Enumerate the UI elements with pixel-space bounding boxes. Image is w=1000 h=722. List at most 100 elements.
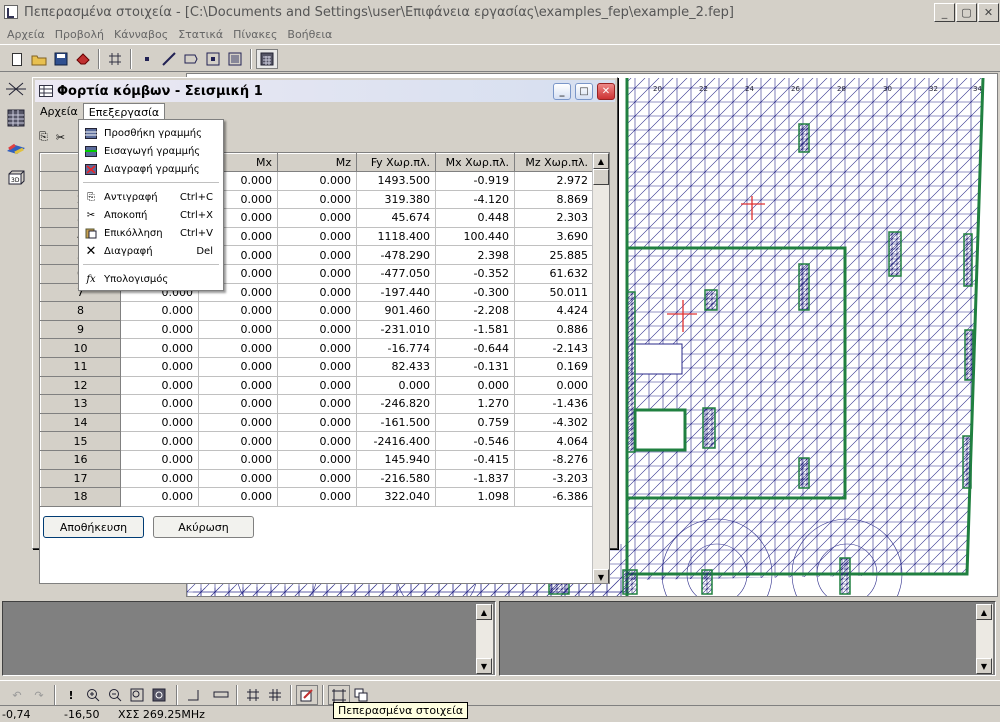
cut-icon[interactable]: ✂ xyxy=(56,131,65,144)
scroll-thumb[interactable] xyxy=(593,169,609,185)
menu-grid[interactable]: Κάνναβος xyxy=(109,28,173,41)
table-cell[interactable]: 3.690 xyxy=(514,227,594,247)
3d-view-icon[interactable]: 3D xyxy=(4,166,28,190)
col-header-mz-area[interactable]: Mz Χωρ.πλ. xyxy=(514,153,594,172)
grid-icon[interactable] xyxy=(104,49,126,69)
table-cell[interactable]: 0.000 xyxy=(277,469,357,489)
menu-item-copy[interactable]: ⎘ Αντιγραφή Ctrl+C xyxy=(81,188,221,206)
table-cell[interactable]: 50.011 xyxy=(514,283,594,303)
col-header-mz[interactable]: Mz xyxy=(277,153,357,172)
loads-tool-icon[interactable] xyxy=(4,136,28,160)
row-header-cell[interactable]: 18 xyxy=(40,487,121,507)
table-scrollbar[interactable]: ▲ ▼ xyxy=(592,153,609,583)
table-cell[interactable]: 45.674 xyxy=(356,208,436,228)
scroll-up-button[interactable]: ▲ xyxy=(976,604,992,620)
grid-toggle-icon[interactable] xyxy=(242,685,264,705)
save-icon[interactable] xyxy=(50,49,72,69)
line-icon[interactable] xyxy=(158,49,180,69)
table-cell[interactable]: 0.000 xyxy=(277,283,357,303)
panel-scrollbar[interactable]: ▲ ▼ xyxy=(476,604,493,674)
scroll-up-button[interactable]: ▲ xyxy=(476,604,492,620)
table-cell[interactable]: 0.000 xyxy=(120,413,199,433)
table-cell[interactable]: 0.000 xyxy=(198,413,278,433)
table-cell[interactable]: 322.040 xyxy=(356,487,436,507)
table-cell[interactable]: -0.644 xyxy=(435,338,515,358)
table-cell[interactable]: -16.774 xyxy=(356,338,436,358)
table-row[interactable]: 11 0.000 0.000 0.000 82.433 -0.131 0.169 xyxy=(40,356,594,377)
row-header-cell[interactable]: 15 xyxy=(40,431,121,451)
table-cell[interactable]: -2.208 xyxy=(435,301,515,321)
table-cell[interactable]: 4.424 xyxy=(514,301,594,321)
menu-statics[interactable]: Στατικά xyxy=(173,28,228,41)
row-header-cell[interactable]: 8 xyxy=(40,301,121,321)
row-header-cell[interactable]: 16 xyxy=(40,449,121,470)
calculator-icon[interactable] xyxy=(256,49,278,69)
table-row[interactable]: 12 0.000 0.000 0.000 0.000 0.000 0.000 xyxy=(40,375,594,396)
table-row[interactable]: 17 0.000 0.000 0.000 -216.580 -1.837 -3.203 xyxy=(40,468,594,489)
corner-icon[interactable] xyxy=(182,685,204,705)
table-cell[interactable]: -0.415 xyxy=(435,450,515,470)
table-cell[interactable]: 0.000 xyxy=(120,487,199,507)
cancel-button[interactable]: Ακύρωση xyxy=(153,516,254,538)
table-cell[interactable]: -0.300 xyxy=(435,283,515,303)
panel-scrollbar[interactable]: ▲ ▼ xyxy=(976,604,993,674)
table-cell[interactable]: 0.000 xyxy=(120,376,199,396)
table-cell[interactable]: -0.546 xyxy=(435,431,515,451)
table-cell[interactable]: 2.972 xyxy=(514,171,594,191)
scroll-up-button[interactable]: ▲ xyxy=(593,153,609,169)
table-cell[interactable]: -1.436 xyxy=(514,394,594,414)
table-cell[interactable]: 0.000 xyxy=(277,264,357,284)
table-cell[interactable]: 0.000 xyxy=(198,357,278,377)
table-cell[interactable]: -0.352 xyxy=(435,264,515,284)
table-cell[interactable]: -4.302 xyxy=(514,413,594,433)
support-icon[interactable] xyxy=(224,49,246,69)
table-cell[interactable]: 0.000 xyxy=(198,320,278,340)
table-cell[interactable]: 1.270 xyxy=(435,394,515,414)
table-cell[interactable]: 0.000 xyxy=(277,413,357,433)
scroll-down-button[interactable]: ▼ xyxy=(593,569,609,583)
info-icon[interactable]: ! xyxy=(60,685,82,705)
row-header-cell[interactable]: 17 xyxy=(40,468,121,489)
new-file-icon[interactable] xyxy=(6,49,28,69)
menu-item-delete-row[interactable]: Διαγραφή γραμμής xyxy=(81,160,221,178)
close-button[interactable]: ✕ xyxy=(978,3,999,22)
table-cell[interactable]: -3.203 xyxy=(514,469,594,489)
table-row[interactable]: 14 0.000 0.000 0.000 -161.500 0.759 -4.302 xyxy=(40,412,594,433)
table-cell[interactable]: 0.000 xyxy=(277,357,357,377)
table-cell[interactable]: 0.000 xyxy=(277,320,357,340)
table-cell[interactable]: 0.000 xyxy=(277,227,357,247)
row-header-cell[interactable]: 12 xyxy=(40,375,121,396)
table-cell[interactable]: -0.919 xyxy=(435,171,515,191)
table-cell[interactable]: -161.500 xyxy=(356,413,436,433)
table-cell[interactable]: -1.581 xyxy=(435,320,515,340)
table-cell[interactable]: 0.000 xyxy=(198,450,278,470)
table-row[interactable]: 8 0.000 0.000 0.000 901.460 -2.208 4.424 xyxy=(40,301,594,321)
table-cell[interactable]: 2.398 xyxy=(435,245,515,265)
table-cell[interactable]: 0.000 xyxy=(277,431,357,451)
row-header-cell[interactable]: 10 xyxy=(40,338,121,358)
table-cell[interactable]: 0.000 xyxy=(277,190,357,210)
table-cell[interactable]: 0.759 xyxy=(435,413,515,433)
table-cell[interactable]: 0.000 xyxy=(198,487,278,507)
table-cell[interactable]: 901.460 xyxy=(356,301,436,321)
table-cell[interactable]: -1.837 xyxy=(435,469,515,489)
table-cell[interactable]: -6.386 xyxy=(514,487,594,507)
table-cell[interactable]: 0.000 xyxy=(120,469,199,489)
restore-button[interactable]: ▢ xyxy=(956,3,977,22)
table-cell[interactable]: -478.290 xyxy=(356,245,436,265)
minimize-button[interactable]: _ xyxy=(934,3,955,22)
table-cell[interactable]: -2416.400 xyxy=(356,431,436,451)
table-cell[interactable]: 0.000 xyxy=(277,171,357,191)
menu-item-cut[interactable]: ✂ Αποκοπή Ctrl+X xyxy=(81,206,221,224)
table-cell[interactable]: 0.448 xyxy=(435,208,515,228)
table-cell[interactable]: 0.000 xyxy=(120,394,199,414)
dialog-menu-files[interactable]: Αρχεία xyxy=(35,103,83,122)
table-cell[interactable]: 1118.400 xyxy=(356,227,436,247)
table-cell[interactable]: -4.120 xyxy=(435,190,515,210)
table-cell[interactable]: 0.000 xyxy=(198,338,278,358)
table-cell[interactable]: 0.000 xyxy=(514,376,594,396)
table-cell[interactable]: 0.000 xyxy=(120,357,199,377)
table-cell[interactable]: -2.143 xyxy=(514,338,594,358)
row-header-cell[interactable]: 13 xyxy=(40,394,121,414)
table-cell[interactable]: -0.131 xyxy=(435,357,515,377)
